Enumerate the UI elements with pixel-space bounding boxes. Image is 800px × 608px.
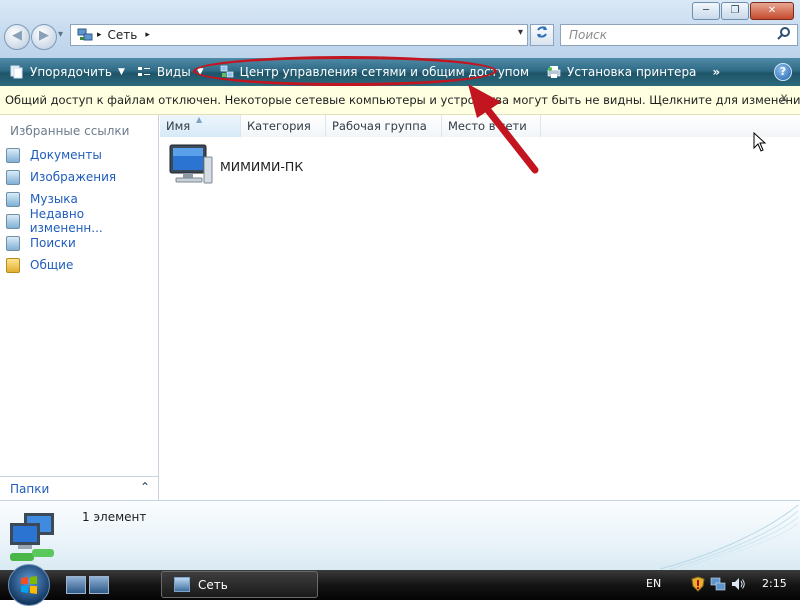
folders-toggle[interactable]: Папки ⌃ xyxy=(0,476,158,501)
pictures-icon xyxy=(6,169,20,185)
breadcrumb-separator-trailing[interactable]: ▸ xyxy=(145,30,150,40)
column-name[interactable]: ▲ Имя xyxy=(160,115,241,137)
printer-icon xyxy=(547,65,561,79)
organize-label: Упорядочить xyxy=(30,65,112,79)
annotation-ellipse xyxy=(193,56,497,86)
file-list[interactable]: МИМИМИ-ПК xyxy=(160,131,800,500)
volume-icon[interactable] xyxy=(730,576,746,595)
more-commands-button[interactable]: » xyxy=(706,59,726,85)
back-button[interactable]: ◀ xyxy=(4,24,30,50)
computer-icon xyxy=(166,143,214,190)
folders-label: Папки xyxy=(10,482,50,496)
details-pane: 1 элемент xyxy=(0,500,800,571)
show-desktop-icon[interactable] xyxy=(66,576,86,594)
info-bar[interactable]: Общий доступ к файлам отключен. Некоторы… xyxy=(0,86,800,115)
search-placeholder: Поиск xyxy=(569,28,608,42)
network-computers-icon xyxy=(6,509,68,570)
network-icon xyxy=(77,28,93,42)
views-icon xyxy=(137,65,151,79)
info-bar-close-button[interactable]: x xyxy=(780,91,788,106)
minimize-button[interactable]: ─ xyxy=(692,2,720,20)
forward-button[interactable]: ▶ xyxy=(31,24,57,50)
info-bar-text: Общий доступ к файлам отключен. Некоторы… xyxy=(5,93,800,107)
sidebar-item-label: Изображения xyxy=(30,170,117,184)
sidebar-item-label: Поиски xyxy=(30,236,76,250)
computer-name: МИМИМИ-ПК xyxy=(220,159,304,174)
organize-icon xyxy=(10,65,24,79)
chevron-up-icon: ⌃ xyxy=(139,480,150,494)
public-folder-icon xyxy=(6,257,20,273)
music-icon xyxy=(6,191,20,207)
language-indicator[interactable]: EN xyxy=(646,577,661,590)
taskbar: Сеть EN 2:15 xyxy=(0,564,800,606)
annotation-arrow xyxy=(468,84,539,174)
sidebar-item-label: Общие xyxy=(30,258,74,272)
item-count: 1 элемент xyxy=(82,510,147,524)
close-button[interactable]: ✕ xyxy=(750,2,794,20)
views-label: Виды xyxy=(156,65,191,79)
sidebar-item-pictures[interactable]: Изображения xyxy=(6,167,116,187)
sidebar-item-music[interactable]: Музыка xyxy=(6,189,78,209)
mouse-cursor-icon xyxy=(753,131,767,155)
sidebar-item-label: Недавно измененн... xyxy=(29,207,103,235)
network-status-icon[interactable] xyxy=(710,576,726,595)
address-bar[interactable]: ▸ Сеть ▸ ▾ xyxy=(70,24,528,46)
navigation-pane: Избранные ссылки Документы Изображения М… xyxy=(0,115,159,500)
sidebar-item-documents[interactable]: Документы xyxy=(6,145,102,165)
windows-logo-icon xyxy=(21,576,37,594)
list-item[interactable]: МИМИМИ-ПК xyxy=(166,143,303,190)
chevron-down-icon: ▼ xyxy=(117,67,125,77)
system-tray xyxy=(690,576,746,595)
taskbar-window-network[interactable]: Сеть xyxy=(161,571,318,598)
column-workgroup[interactable]: Рабочая группа xyxy=(326,115,442,137)
searches-icon xyxy=(6,235,20,251)
sort-ascending-icon: ▲ xyxy=(196,115,203,124)
install-printer-button[interactable]: Установка принтера xyxy=(541,59,702,85)
breadcrumb-separator[interactable]: ▸ xyxy=(97,30,102,40)
security-shield-icon[interactable] xyxy=(690,576,706,595)
sidebar-item-label: Документы xyxy=(30,148,102,162)
sidebar-item-searches[interactable]: Поиски xyxy=(6,233,76,253)
window-controls: ─ ❐ ✕ xyxy=(692,2,794,20)
refresh-button[interactable] xyxy=(530,24,554,46)
decorative-swoosh xyxy=(660,504,799,570)
favorite-links-heading: Избранные ссылки xyxy=(10,124,130,138)
search-input[interactable]: Поиск xyxy=(560,24,798,46)
sidebar-item-recent[interactable]: Недавно измененн... xyxy=(6,207,158,235)
network-icon xyxy=(174,577,190,592)
sidebar-item-public[interactable]: Общие xyxy=(6,255,73,275)
recent-icon xyxy=(6,213,20,229)
recent-pages-dropdown[interactable]: ▾ xyxy=(58,29,63,40)
breadcrumb-network[interactable]: Сеть xyxy=(108,28,138,42)
install-printer-label: Установка принтера xyxy=(567,65,697,79)
maximize-button[interactable]: ❐ xyxy=(721,2,749,20)
documents-icon xyxy=(6,147,20,163)
taskbar-window-label: Сеть xyxy=(198,577,228,592)
sidebar-item-label: Музыка xyxy=(30,192,78,206)
help-button[interactable]: ? xyxy=(774,63,792,81)
address-dropdown[interactable]: ▾ xyxy=(518,27,523,38)
switch-windows-icon[interactable] xyxy=(89,576,109,594)
column-category[interactable]: Категория xyxy=(241,115,326,137)
organize-button[interactable]: Упорядочить ▼ xyxy=(4,59,131,85)
clock[interactable]: 2:15 xyxy=(762,577,787,590)
refresh-icon xyxy=(535,26,549,43)
search-icon[interactable] xyxy=(777,26,791,44)
